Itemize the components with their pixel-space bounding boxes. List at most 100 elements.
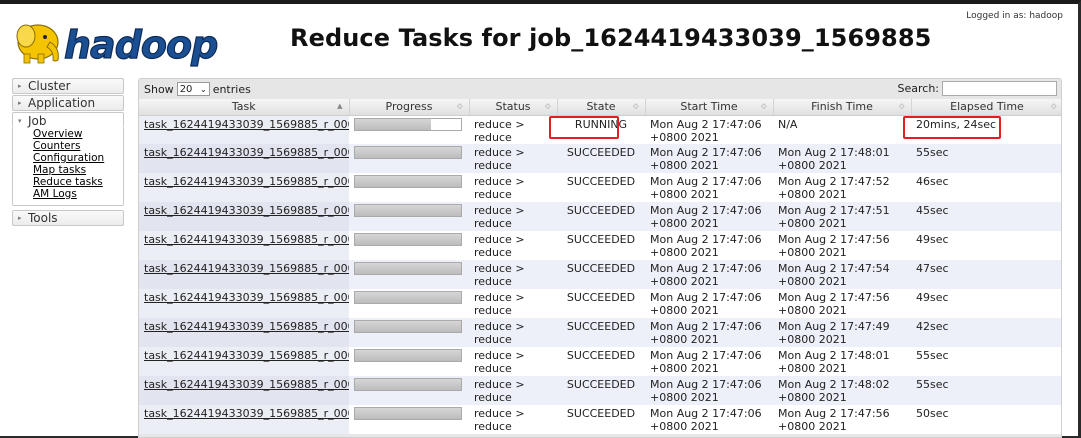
link-am-logs[interactable]: AM Logs bbox=[33, 188, 123, 200]
status-cell: reduce > reduce bbox=[469, 405, 557, 434]
task-link[interactable]: task_1624419433039_1569885_r_000001 bbox=[144, 146, 349, 159]
progress-fill bbox=[355, 234, 461, 245]
search-label: Search: bbox=[897, 82, 940, 95]
table-header-row: Task ▲ Progress ◇ Status ◇ State ◇ Start Tim… bbox=[139, 99, 1061, 116]
sidebar-item-job[interactable]: ▾ Job bbox=[12, 112, 124, 128]
progress-cell bbox=[349, 173, 469, 202]
state-cell: SUCCEEDED bbox=[557, 231, 645, 260]
start-time-cell: Mon Aug 2 17:47:06 +0800 2021 bbox=[645, 173, 773, 202]
search-input[interactable] bbox=[942, 81, 1057, 96]
task-link[interactable]: task_1624419433039_1569885_r_000006 bbox=[144, 291, 349, 304]
collapsed-arrow-icon: ▸ bbox=[18, 214, 22, 222]
table-row: task_1624419433039_1569885_r_000009 reduc… bbox=[139, 376, 1061, 405]
entries-select[interactable]: 20 ⌄ bbox=[176, 82, 210, 96]
state-text: SUCCEEDED bbox=[566, 146, 636, 159]
tasks-table-container: Show 20 ⌄ entries Search: Task ▲ Progress… bbox=[138, 78, 1062, 438]
status-cell: reduce > reduce bbox=[469, 347, 557, 376]
task-link[interactable]: task_1624419433039_1569885_r_000010 bbox=[144, 407, 349, 420]
sidebar-item-cluster[interactable]: ▸ Cluster bbox=[12, 78, 124, 94]
state-text: SUCCEEDED bbox=[566, 175, 636, 188]
job-submenu: Overview Counters Configuration Map task… bbox=[12, 128, 124, 206]
task-link[interactable]: task_1624419433039_1569885_r_000004 bbox=[144, 233, 349, 246]
progress-cell bbox=[349, 144, 469, 173]
progress-bar bbox=[354, 146, 462, 159]
progress-bar bbox=[354, 320, 462, 333]
state-cell: SUCCEEDED bbox=[557, 144, 645, 173]
finish-time-cell: Mon Aug 2 17:48:02 +0800 2021 bbox=[773, 376, 911, 405]
task-link[interactable]: task_1624419433039_1569885_r_000000 bbox=[144, 118, 349, 131]
col-header-finish-time[interactable]: Finish Time ◇ bbox=[773, 99, 912, 116]
task-link[interactable]: task_1624419433039_1569885_r_000002 bbox=[144, 175, 349, 188]
progress-bar bbox=[354, 407, 462, 420]
progress-fill bbox=[355, 408, 461, 419]
table-row: task_1624419433039_1569885_r_000006 reduc… bbox=[139, 289, 1061, 318]
link-overview[interactable]: Overview bbox=[33, 128, 123, 140]
elapsed-time-cell: 49sec bbox=[911, 231, 1061, 260]
status-cell: reduce > reduce bbox=[469, 115, 557, 144]
elapsed-time-cell: 46sec bbox=[911, 173, 1061, 202]
finish-time-cell: Mon Aug 2 17:47:56 +0800 2021 bbox=[773, 231, 911, 260]
sort-icon: ◇ bbox=[1051, 102, 1057, 110]
task-cell: task_1624419433039_1569885_r_000000 bbox=[139, 115, 349, 144]
progress-fill bbox=[355, 379, 461, 390]
task-link[interactable]: task_1624419433039_1569885_r_000009 bbox=[144, 378, 349, 391]
sort-icon: ◇ bbox=[761, 102, 767, 110]
elapsed-time-cell: 49sec bbox=[911, 289, 1061, 318]
show-entries-control: Show 20 ⌄ entries bbox=[144, 82, 251, 96]
link-reduce-tasks[interactable]: Reduce tasks bbox=[33, 176, 123, 188]
link-map-tasks[interactable]: Map tasks bbox=[33, 164, 123, 176]
elapsed-time-cell: 42sec bbox=[911, 318, 1061, 347]
elapsed-time-cell: 47sec bbox=[911, 260, 1061, 289]
progress-cell bbox=[349, 202, 469, 231]
state-text: SUCCEEDED bbox=[566, 233, 636, 246]
sidebar-item-label: Cluster bbox=[28, 79, 71, 93]
task-link[interactable]: task_1624419433039_1569885_r_000007 bbox=[144, 320, 349, 333]
page-title: Reduce Tasks for job_1624419433039_15698… bbox=[290, 24, 932, 52]
sort-icon: ◇ bbox=[633, 102, 639, 110]
task-link[interactable]: task_1624419433039_1569885_r_000005 bbox=[144, 262, 349, 275]
state-text: SUCCEEDED bbox=[566, 407, 636, 420]
elapsed-text: 49sec bbox=[916, 291, 949, 304]
progress-bar bbox=[354, 204, 462, 217]
progress-fill bbox=[355, 321, 461, 332]
table-row: task_1624419433039_1569885_r_000001 reduc… bbox=[139, 144, 1061, 173]
progress-cell bbox=[349, 318, 469, 347]
link-counters[interactable]: Counters bbox=[33, 140, 123, 152]
sidebar-item-label: Application bbox=[28, 96, 96, 110]
finish-time-cell: Mon Aug 2 17:47:52 +0800 2021 bbox=[773, 173, 911, 202]
task-cell: task_1624419433039_1569885_r_000001 bbox=[139, 144, 349, 173]
elapsed-text: 20mins, 24sec bbox=[916, 117, 997, 131]
table-row: task_1624419433039_1569885_r_000008 reduc… bbox=[139, 347, 1061, 376]
state-text: SUCCEEDED bbox=[566, 349, 636, 362]
sidebar-item-tools[interactable]: ▸ Tools bbox=[12, 210, 124, 226]
task-cell: task_1624419433039_1569885_r_000008 bbox=[139, 347, 349, 376]
col-header-elapsed-time[interactable]: Elapsed Time ◇ bbox=[911, 99, 1061, 116]
table-row: task_1624419433039_1569885_r_000000 reduc… bbox=[139, 115, 1061, 144]
task-link[interactable]: task_1624419433039_1569885_r_000003 bbox=[144, 204, 349, 217]
progress-cell bbox=[349, 405, 469, 434]
col-header-task[interactable]: Task ▲ bbox=[139, 99, 350, 116]
progress-fill bbox=[355, 176, 461, 187]
link-configuration[interactable]: Configuration bbox=[33, 152, 123, 164]
sort-asc-icon: ▲ bbox=[337, 102, 343, 110]
start-time-cell: Mon Aug 2 17:47:06 +0800 2021 bbox=[645, 405, 773, 434]
elephant-icon bbox=[16, 24, 59, 64]
start-time-cell: Mon Aug 2 17:47:06 +0800 2021 bbox=[645, 260, 773, 289]
col-header-start-time[interactable]: Start Time ◇ bbox=[645, 99, 774, 116]
finish-time-cell: Mon Aug 2 17:47:54 +0800 2021 bbox=[773, 260, 911, 289]
expanded-arrow-icon: ▾ bbox=[18, 116, 22, 125]
start-time-cell: Mon Aug 2 17:47:06 +0800 2021 bbox=[645, 318, 773, 347]
progress-cell bbox=[349, 115, 469, 144]
hadoop-logo[interactable]: hadoop bbox=[10, 12, 225, 68]
state-cell: SUCCEEDED bbox=[557, 202, 645, 231]
col-header-state[interactable]: State ◇ bbox=[557, 99, 646, 116]
sidebar-item-application[interactable]: ▸ Application bbox=[12, 95, 124, 111]
progress-cell bbox=[349, 347, 469, 376]
elapsed-text: 50sec bbox=[916, 407, 949, 420]
progress-cell bbox=[349, 231, 469, 260]
state-text: SUCCEEDED bbox=[566, 291, 636, 304]
task-link[interactable]: task_1624419433039_1569885_r_000008 bbox=[144, 349, 349, 362]
col-header-progress[interactable]: Progress ◇ bbox=[349, 99, 470, 116]
table-row: task_1624419433039_1569885_r_000010 reduc… bbox=[139, 405, 1061, 434]
col-header-status[interactable]: Status ◇ bbox=[469, 99, 558, 116]
